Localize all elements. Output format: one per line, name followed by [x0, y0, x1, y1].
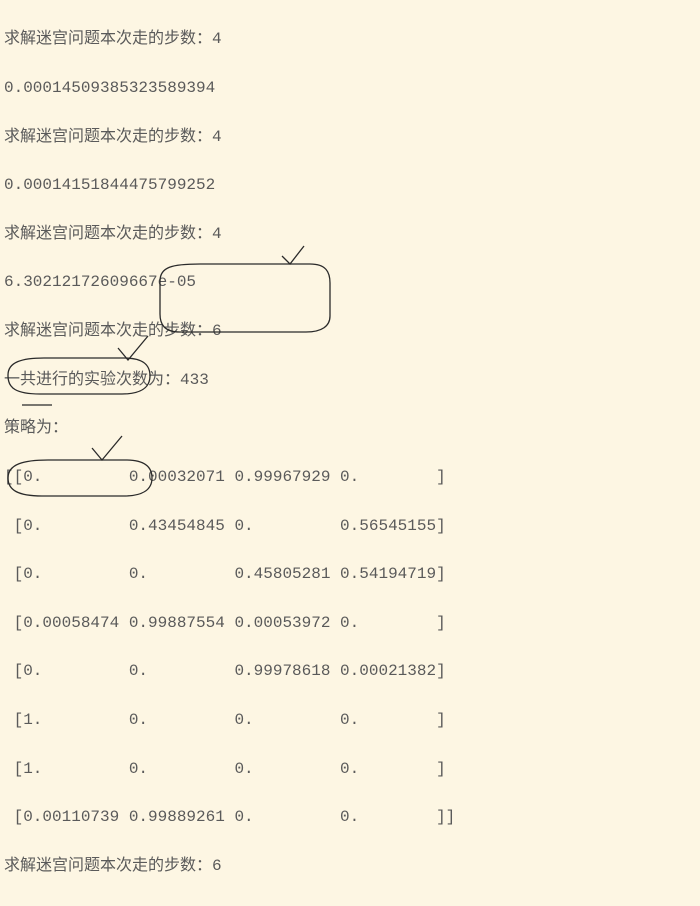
experiment-count-line: 一共进行的实验次数为：433	[4, 368, 696, 392]
steps-line: 求解迷宫问题本次走的步数：4	[4, 27, 696, 51]
value-line: 6.30212172609667e-05	[4, 270, 696, 294]
matrix-row: [1. 0. 0. 0. ]	[4, 708, 696, 732]
matrix-row: [0.00110739 0.99889261 0. 0. ]]	[4, 805, 696, 829]
matrix-row: [[0. 0.00032071 0.99967929 0. ]	[4, 465, 696, 489]
matrix-row: [0. 0.43454845 0. 0.56545155]	[4, 514, 696, 538]
matrix-row: [1. 0. 0. 0. ]	[4, 757, 696, 781]
steps-line: 求解迷宫问题本次走的步数：6	[4, 854, 696, 878]
steps-line: 求解迷宫问题本次走的步数：4	[4, 125, 696, 149]
steps-line: 求解迷宫问题本次走的步数：6	[4, 319, 696, 343]
matrix-row: [0. 0. 0.99978618 0.00021382]	[4, 659, 696, 683]
matrix-row: [0.00058474 0.99887554 0.00053972 0. ]	[4, 611, 696, 635]
value-line: 0.00014509385323589394	[4, 76, 696, 100]
console-output: 求解迷宫问题本次走的步数：4 0.00014509385323589394 求解…	[0, 0, 700, 906]
strategy-label-line: 策略为：	[4, 416, 696, 440]
steps-line: 求解迷宫问题本次走的步数：4	[4, 222, 696, 246]
value-line: 0.00014151844475799252	[4, 173, 696, 197]
matrix-row: [0. 0. 0.45805281 0.54194719]	[4, 562, 696, 586]
